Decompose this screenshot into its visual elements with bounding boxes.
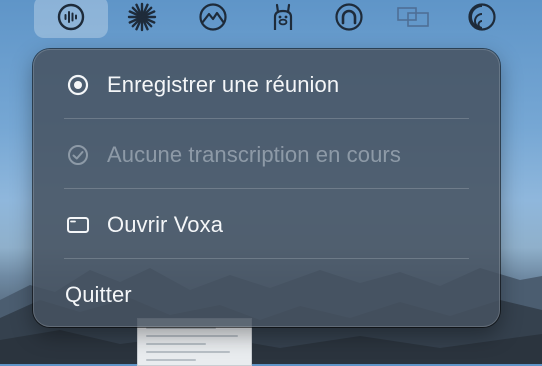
- menu-separator: [64, 118, 469, 119]
- check-circle-icon: [66, 143, 90, 167]
- menu-item-label: Enregistrer une réunion: [107, 72, 340, 97]
- menu-item-no-transcription: Aucune transcription en cours: [33, 135, 500, 175]
- menu-bar: [0, 0, 542, 40]
- swirl-logo-icon[interactable]: [462, 0, 502, 34]
- menu-separator: [64, 258, 469, 259]
- mountain-peaks-icon[interactable]: [193, 0, 233, 34]
- window-icon: [66, 213, 90, 237]
- record-circle-icon: [66, 73, 90, 97]
- menu-item-label: Quitter: [65, 282, 132, 307]
- menu-item-record-meeting[interactable]: Enregistrer une réunion: [33, 65, 500, 105]
- llama-icon[interactable]: [263, 0, 303, 34]
- status-menu: Enregistrer une réunion Aucune transcrip…: [33, 49, 500, 327]
- menu-item-quit[interactable]: Quitter: [33, 275, 500, 315]
- menu-separator: [64, 188, 469, 189]
- menu-item-label: Aucune transcription en cours: [107, 142, 401, 167]
- menu-item-label: Ouvrir Voxa: [107, 212, 224, 237]
- sparkle-burst-icon[interactable]: [122, 0, 162, 34]
- headphones-arc-icon[interactable]: [329, 0, 369, 34]
- window-switcher-icon[interactable]: [393, 0, 433, 34]
- waveform-record-icon[interactable]: [51, 0, 91, 34]
- menu-item-open-voxa[interactable]: Ouvrir Voxa: [33, 205, 500, 245]
